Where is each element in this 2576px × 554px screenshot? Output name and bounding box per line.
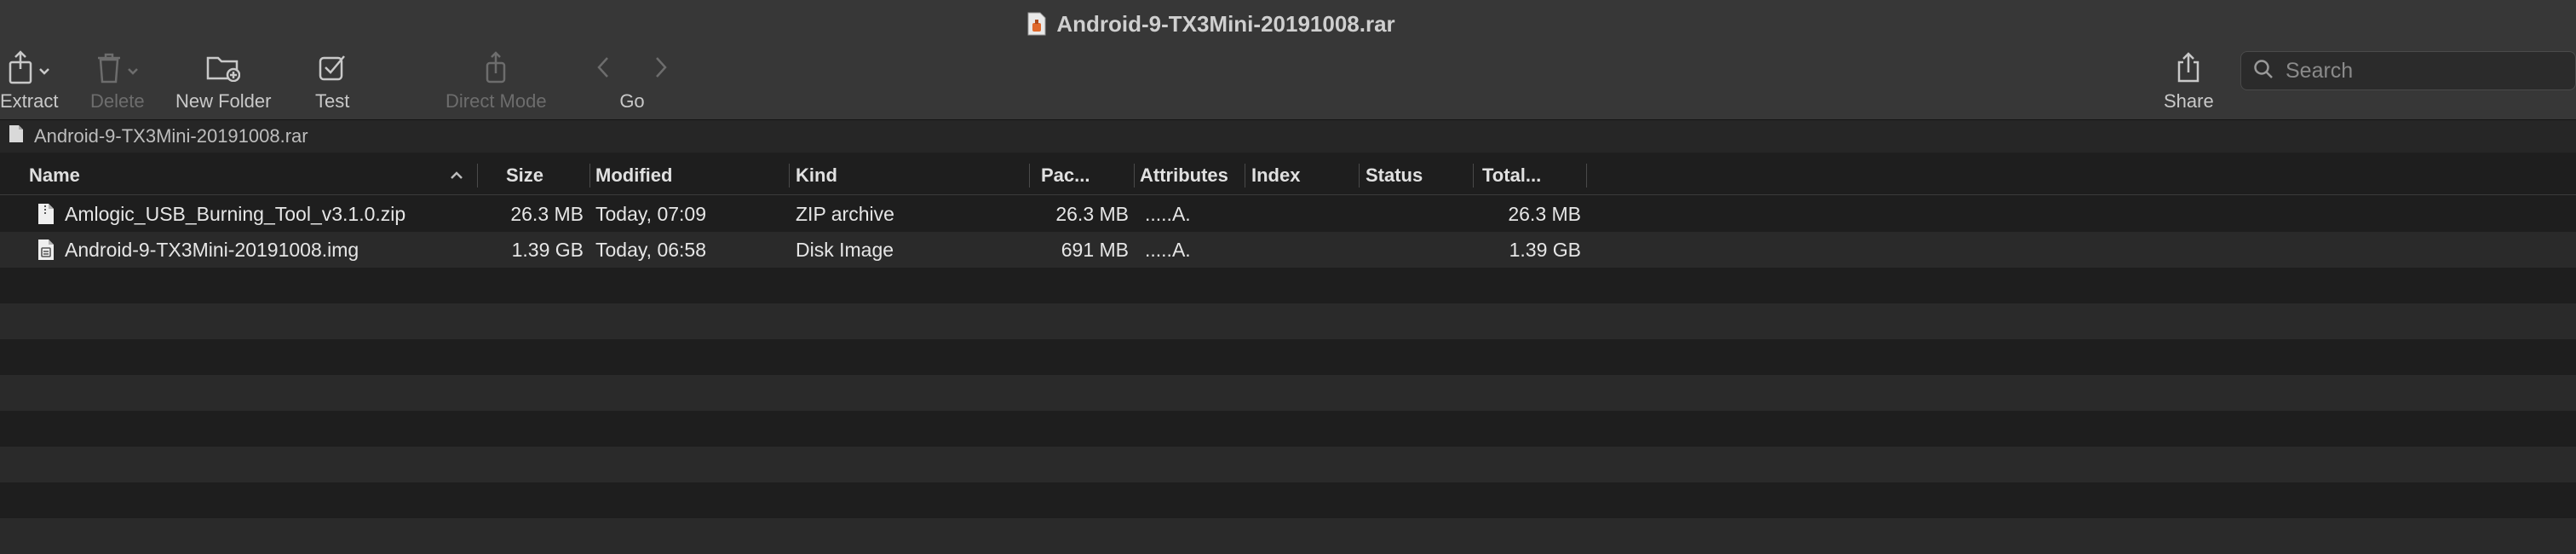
- empty-row: [0, 268, 2576, 303]
- column-divider[interactable]: [1134, 164, 1135, 188]
- file-modified: Today, 07:09: [595, 202, 707, 225]
- file-size: 1.39 GB: [511, 238, 584, 261]
- column-divider[interactable]: [1586, 164, 1587, 188]
- document-icon: [9, 124, 24, 148]
- trash-icon: [96, 51, 122, 89]
- chevron-down-icon[interactable]: [38, 59, 50, 81]
- column-divider[interactable]: [1473, 164, 1474, 188]
- new-folder-icon: [206, 53, 241, 87]
- file-name: Amlogic_USB_Burning_Tool_v3.1.0.zip: [65, 202, 406, 225]
- empty-row: [0, 482, 2576, 518]
- table-row[interactable]: Android-9-TX3Mini-20191008.img 1.39 GB T…: [0, 232, 2576, 268]
- new-folder-button[interactable]: New Folder: [175, 53, 271, 113]
- file-packed: 691 MB: [1061, 238, 1129, 261]
- column-header-total[interactable]: Total...: [1482, 157, 1541, 194]
- breadcrumb: Android-9-TX3Mini-20191008.rar: [0, 120, 2576, 153]
- window-chrome: Android-9-TX3Mini-20191008.rar Extract D…: [0, 0, 2576, 120]
- toolbar: Extract Delete New Folder Test Direct Mo…: [0, 48, 2576, 119]
- column-header-packed[interactable]: Pac...: [1041, 157, 1090, 194]
- empty-row: [0, 518, 2576, 554]
- column-header-index[interactable]: Index: [1251, 157, 1300, 194]
- column-divider[interactable]: [789, 164, 790, 188]
- empty-row: [0, 411, 2576, 447]
- new-folder-label: New Folder: [175, 90, 272, 112]
- empty-row: [0, 375, 2576, 411]
- direct-mode-icon: [485, 51, 507, 89]
- test-label: Test: [315, 90, 350, 112]
- column-divider[interactable]: [1029, 164, 1030, 188]
- chevron-left-icon[interactable]: [596, 55, 610, 84]
- file-kind: ZIP archive: [796, 202, 894, 225]
- file-attributes: .....A.: [1145, 238, 1191, 261]
- share-button[interactable]: Share: [2164, 52, 2214, 113]
- empty-row: [0, 303, 2576, 339]
- extract-label: Extract: [0, 90, 59, 112]
- file-total: 1.39 GB: [1509, 238, 1581, 261]
- share-icon: [2176, 52, 2200, 88]
- search-input[interactable]: [2284, 57, 2560, 84]
- column-divider[interactable]: [1359, 164, 1360, 188]
- checkbox-icon: [318, 53, 347, 87]
- chevron-right-icon[interactable]: [654, 55, 668, 84]
- delete-label: Delete: [90, 90, 145, 112]
- column-header-status[interactable]: Status: [1366, 157, 1423, 194]
- column-header-kind[interactable]: Kind: [796, 157, 837, 194]
- empty-row: [0, 447, 2576, 482]
- column-header-attributes[interactable]: Attributes: [1140, 157, 1228, 194]
- column-header-size[interactable]: Size: [506, 157, 543, 194]
- file-modified: Today, 06:58: [595, 238, 707, 261]
- file-size: 26.3 MB: [510, 202, 584, 225]
- column-divider[interactable]: [589, 164, 590, 188]
- go-label: Go: [619, 90, 645, 112]
- extract-button[interactable]: Extract: [0, 50, 59, 113]
- file-total: 26.3 MB: [1508, 202, 1581, 225]
- window-title: Android-9-TX3Mini-20191008.rar: [1056, 10, 1395, 37]
- column-headers: Name Size Modified Kind Pac... Attribute…: [0, 157, 2576, 195]
- file-attributes: .....A.: [1145, 202, 1191, 225]
- chevron-down-icon: [127, 59, 139, 81]
- breadcrumb-item[interactable]: Android-9-TX3Mini-20191008.rar: [34, 125, 308, 147]
- extract-icon: [8, 50, 33, 89]
- direct-mode-label: Direct Mode: [446, 90, 547, 112]
- column-header-name[interactable]: Name: [29, 157, 80, 194]
- delete-button[interactable]: Delete: [90, 53, 145, 113]
- rar-file-icon: [1027, 12, 1046, 36]
- direct-mode-button[interactable]: Direct Mode: [446, 51, 547, 113]
- sort-ascending-icon[interactable]: [450, 157, 463, 194]
- test-button[interactable]: Test: [315, 53, 349, 113]
- column-header-modified[interactable]: Modified: [595, 157, 672, 194]
- empty-row: [0, 339, 2576, 375]
- search-icon: [2253, 59, 2274, 84]
- search-field[interactable]: [2240, 51, 2576, 90]
- file-icon: [37, 196, 55, 232]
- disk-image-icon: [37, 232, 55, 268]
- file-name: Android-9-TX3Mini-20191008.img: [65, 238, 359, 261]
- table-row[interactable]: Amlogic_USB_Burning_Tool_v3.1.0.zip 26.3…: [0, 196, 2576, 232]
- column-divider[interactable]: [477, 164, 478, 188]
- share-label: Share: [2164, 90, 2214, 112]
- file-list: Amlogic_USB_Burning_Tool_v3.1.0.zip 26.3…: [0, 196, 2576, 554]
- file-packed: 26.3 MB: [1055, 202, 1129, 225]
- file-kind: Disk Image: [796, 238, 894, 261]
- go-navigation: Go: [596, 53, 668, 113]
- title-bar: Android-9-TX3Mini-20191008.rar: [0, 0, 2576, 48]
